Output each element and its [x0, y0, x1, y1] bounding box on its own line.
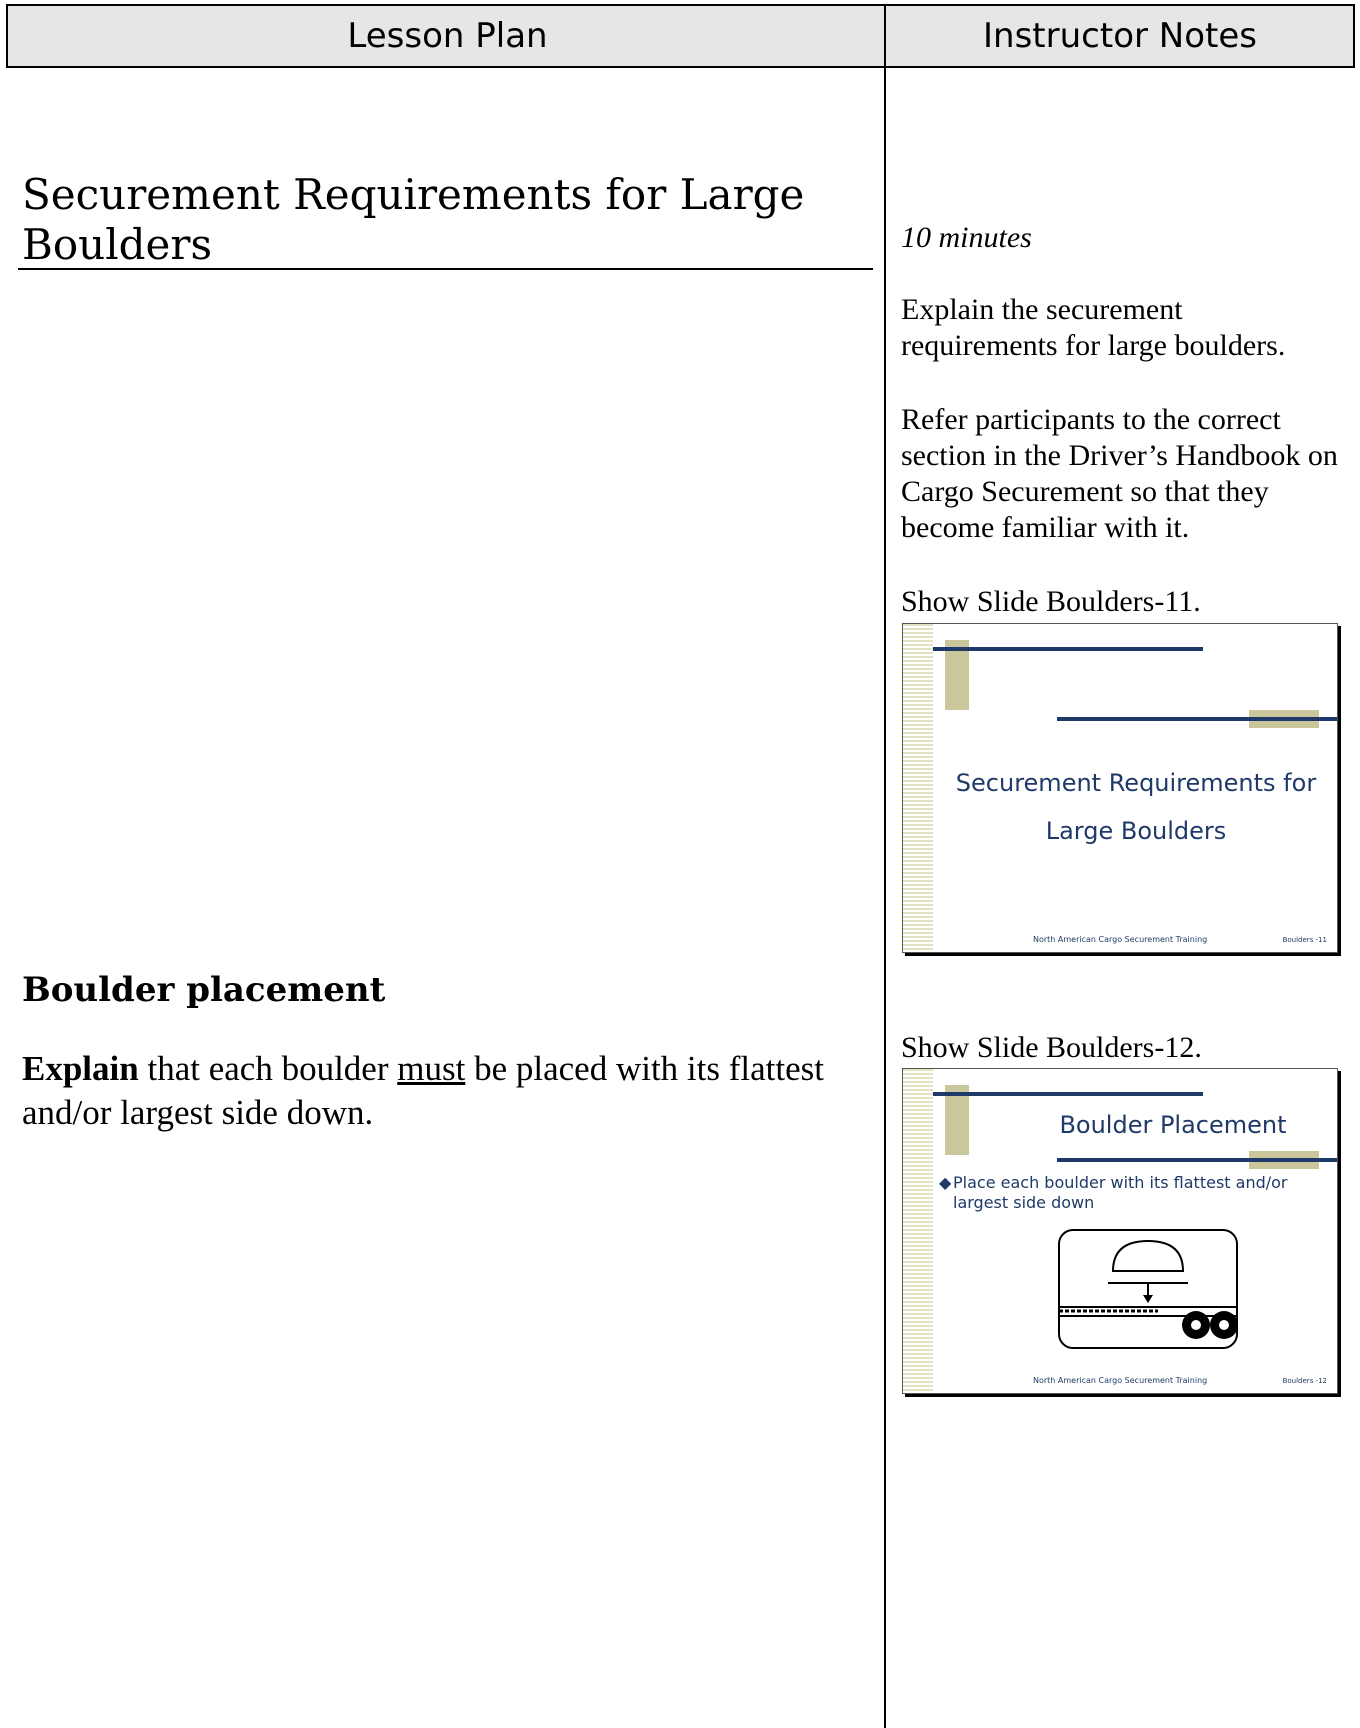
slide-decor-bar [1057, 717, 1337, 721]
slide-title: Securement Requirements for Large Boulde… [933, 759, 1337, 855]
slide-footer: North American Cargo Securement Training [1033, 1376, 1208, 1385]
lesson-plan-header: Lesson Plan [347, 16, 548, 56]
slide-thumbnail-12: Boulder Placement ◆ Place each boulder w… [902, 1068, 1338, 1394]
instructor-notes-header: Instructor Notes [983, 16, 1257, 56]
show-slide-12: Show Slide Boulders-12. [901, 1031, 1202, 1064]
slide-footer: North American Cargo Securement Training [1033, 935, 1208, 944]
body-bold: Explain [22, 1049, 139, 1088]
slide-number: Boulders -12 [1282, 1377, 1327, 1385]
column-divider [884, 4, 886, 1728]
subsection-title: Boulder placement [22, 970, 386, 1010]
slide-thumbnail-11: Securement Requirements for Large Boulde… [902, 623, 1338, 953]
section-rule [18, 268, 873, 270]
slide-title-line2: Large Boulders [1045, 817, 1227, 845]
slide-stripe [903, 1069, 933, 1393]
slide-title: Boulder Placement [1059, 1111, 1287, 1139]
boulder-on-trailer-illustration [1058, 1229, 1238, 1349]
section-title: Securement Requirements for Large Boulde… [22, 170, 805, 269]
slide-decor-bar [1057, 1158, 1337, 1162]
lesson-body: Explain that each boulder must be placed… [22, 1047, 862, 1135]
slide-decor-bar [933, 1092, 1203, 1096]
duration-note: 10 minutes [901, 221, 1032, 254]
slide-number: Boulders -11 [1282, 936, 1327, 944]
slide-bullet: Place each boulder with its flattest and… [953, 1173, 1288, 1212]
slide-title-line1: Securement Requirements for [955, 769, 1317, 797]
table-header: Lesson Plan Instructor Notes [6, 4, 1355, 68]
slide-decor-bar [933, 647, 1203, 651]
slide-stripe [903, 624, 933, 952]
body-pre: that each boulder [138, 1049, 398, 1088]
note-explain: Explain the securement requirements for … [901, 293, 1286, 362]
note-refer: Refer participants to the correct sectio… [901, 403, 1338, 544]
body-underlined: must [397, 1049, 466, 1088]
show-slide-11: Show Slide Boulders-11. [901, 585, 1201, 618]
